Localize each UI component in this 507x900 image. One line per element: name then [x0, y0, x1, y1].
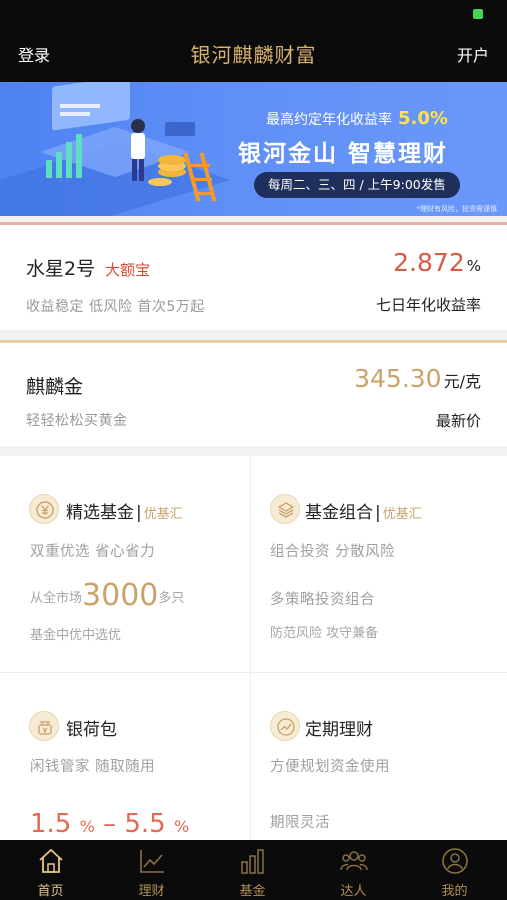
tab-label: 首页: [37, 884, 64, 899]
cell-title-text: 精选基金: [66, 503, 134, 523]
grid-cell-regular[interactable]: 定期理财 方便规划资金使用 期限灵活: [251, 673, 507, 840]
app-title: 银河麒麟财富: [190, 43, 317, 67]
tab-label: 我的: [441, 884, 468, 899]
cell-title: 基金组合 | 优基汇: [305, 498, 422, 523]
grid-cell-wallet[interactable]: 银荷包 闲钱管家 随取随用 1.5 % – 5.5 %: [0, 673, 250, 840]
card-accent-line: [0, 340, 507, 343]
cell-note: 基金中优中选优: [30, 628, 122, 643]
product-title: 水星2号 大额宝: [26, 254, 150, 281]
people-icon: [340, 851, 368, 871]
bottom-tab-bar: 首页 理财 基金 达人 我的: [0, 840, 507, 900]
stat-number: 3000: [82, 578, 159, 613]
product-card-gold[interactable]: 麒麟金 轻轻松松买黄金 345.30 元/克 最新价: [0, 340, 507, 446]
user-icon: [442, 848, 468, 874]
cell-desc-2: 多策略投资组合: [270, 592, 375, 608]
tab-label: 基金: [239, 884, 266, 899]
range-dash: –: [103, 809, 117, 839]
grid-cell-fund[interactable]: 精选基金 | 优基汇 双重优选 省心省力 从全市场3000多只 基金中优中选优: [0, 456, 250, 672]
banner-rate-value: 5.0%: [398, 108, 448, 129]
cell-note: 防范风险 攻守兼备: [270, 626, 379, 641]
brand-label: 优基汇: [143, 507, 183, 522]
top-nav-bar: 登录 银河麒麟财富 开户: [0, 30, 507, 82]
title-separator: |: [136, 503, 142, 523]
product-desc: 收益稳定 低风险 首次5万起: [26, 299, 205, 315]
cell-title-text: 基金组合: [305, 503, 373, 523]
cell-title: 定期理财: [305, 720, 373, 740]
price-unit: 元/克: [443, 372, 481, 391]
grid-cell-portfolio[interactable]: 基金组合 | 优基汇 组合投资 分散风险 多策略投资组合 防范风险 攻守兼备: [251, 456, 507, 672]
cell-title: 银荷包: [66, 720, 117, 740]
rate-label: 七日年化收益率: [375, 296, 481, 314]
price-value: 345.30: [354, 364, 442, 393]
chart-line-icon: [140, 850, 164, 873]
bar-chart-icon: [241, 849, 264, 874]
layers-icon: [270, 494, 300, 524]
banner-rate-text: 最高约定年化收益率: [266, 112, 392, 128]
cell-desc: 闲钱管家 随取随用: [30, 759, 156, 775]
range-high: 5.5: [124, 809, 166, 839]
cell-stat: 从全市场3000多只: [30, 578, 184, 613]
yen-coin-icon: [29, 494, 59, 524]
cell-desc: 双重优选 省心省力: [30, 544, 156, 560]
title-separator: |: [375, 503, 381, 523]
product-rate: 2.872%: [393, 248, 481, 277]
tab-expert[interactable]: 达人: [303, 840, 404, 900]
product-tag: 大额宝: [105, 261, 151, 279]
brand-label: 优基汇: [382, 507, 422, 522]
tab-label: 理财: [138, 884, 165, 899]
open-account-button[interactable]: 开户: [457, 42, 489, 66]
cell-title: 精选基金 | 优基汇: [66, 498, 183, 523]
rate-value: 2.872: [393, 248, 465, 277]
tab-mine[interactable]: 我的: [404, 840, 505, 900]
gold-price: 345.30 元/克: [354, 364, 481, 393]
tab-label: 达人: [340, 884, 367, 899]
banner-footnote: *理财有风险，投资需谨慎: [416, 205, 498, 213]
rate-unit: %: [466, 257, 481, 275]
card-accent-line: [0, 222, 507, 225]
stat-prefix: 从全市场: [30, 591, 83, 606]
trend-icon: [270, 711, 300, 741]
price-label: 最新价: [435, 412, 481, 430]
product-grid: 精选基金 | 优基汇 双重优选 省心省力 从全市场3000多只 基金中优中选优 基金…: [0, 456, 507, 840]
cell-desc-2: 期限灵活: [270, 815, 330, 831]
banner-rate-line: 最高约定年化收益率 5.0%: [266, 108, 448, 129]
banner-headline: 银河金山 智慧理财: [238, 141, 449, 167]
app-screen: 登录 银河麒麟财富 开户 最高约定年化收益率 5.0% 银河金山 智慧理财 每周…: [0, 0, 507, 900]
cell-desc: 方便规划资金使用: [270, 759, 390, 775]
status-bar: [0, 0, 507, 30]
range-percent: %: [173, 817, 190, 836]
cell-desc: 组合投资 分散风险: [270, 544, 396, 560]
product-name: 麒麟金: [26, 376, 84, 398]
product-card-water[interactable]: 水星2号 大额宝 收益稳定 低风险 首次5万起 2.872% 七日年化收益率: [0, 222, 507, 330]
tab-fund[interactable]: 基金: [202, 840, 303, 900]
home-icon: [39, 848, 63, 873]
wallet-icon: [29, 711, 59, 741]
tab-home[interactable]: 首页: [0, 840, 101, 900]
product-desc: 轻轻松松买黄金: [26, 413, 128, 429]
banner-schedule: 每周二、三、四 / 上午9:00发售: [254, 172, 460, 198]
promo-banner[interactable]: 最高约定年化收益率 5.0% 银河金山 智慧理财 每周二、三、四 / 上午9:00…: [0, 82, 507, 216]
battery-icon: [473, 9, 483, 19]
yield-range: 1.5 % – 5.5 %: [30, 809, 189, 839]
product-name: 水星2号: [26, 258, 96, 280]
range-percent: %: [79, 817, 95, 836]
stat-suffix: 多只: [158, 591, 185, 606]
range-low: 1.5: [30, 809, 72, 839]
tab-finance[interactable]: 理财: [101, 840, 202, 900]
